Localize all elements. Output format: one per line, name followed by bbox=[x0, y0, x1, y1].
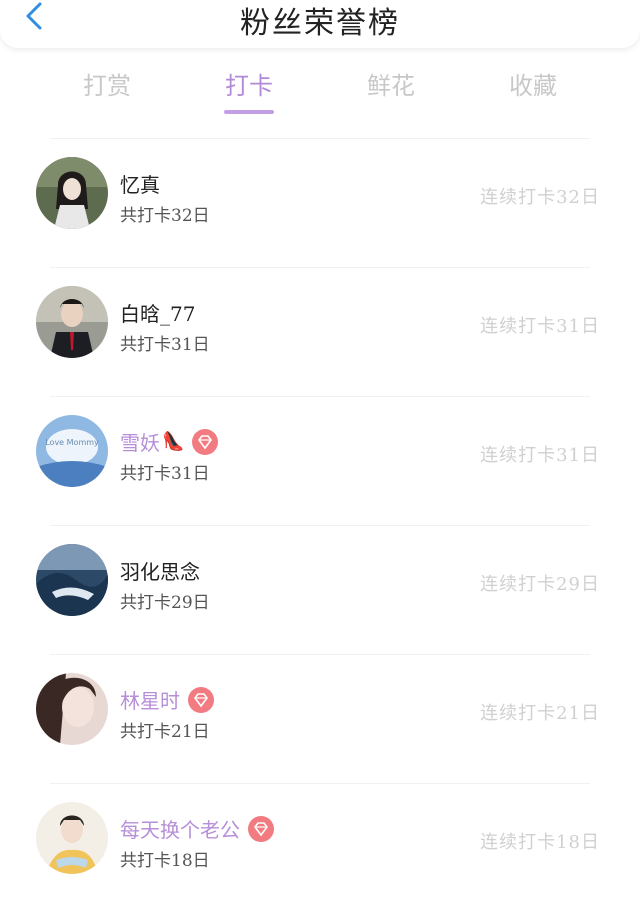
total-checkin: 共打卡21日 bbox=[120, 722, 210, 742]
user-name: 忆真 bbox=[120, 173, 160, 197]
user-name: 白晗_77 bbox=[120, 302, 196, 326]
list-item[interactable]: Love Mommy 雪妖 👠 共打卡31日 连续打卡31日 bbox=[36, 396, 599, 525]
total-checkin: 共打卡29日 bbox=[120, 593, 210, 613]
vip-diamond-icon bbox=[192, 428, 219, 455]
tab-flowers[interactable]: 鲜花 bbox=[331, 66, 451, 101]
avatar[interactable] bbox=[36, 286, 108, 358]
rank-list: 忆真 共打卡32日 连续打卡32日 白晗_77 共打卡31日 连续打卡31日 L… bbox=[0, 138, 640, 912]
avatar[interactable] bbox=[36, 673, 108, 745]
total-checkin: 共打卡31日 bbox=[120, 464, 210, 484]
user-name: 林星时 bbox=[120, 689, 180, 713]
streak-checkin: 连续打卡29日 bbox=[480, 574, 600, 595]
list-item[interactable]: 每天换个老公 共打卡18日 连续打卡18日 bbox=[36, 783, 599, 912]
tab-favorites[interactable]: 收藏 bbox=[473, 66, 593, 101]
list-item[interactable]: 白晗_77 共打卡31日 连续打卡31日 bbox=[36, 267, 599, 396]
streak-checkin: 连续打卡21日 bbox=[480, 703, 600, 724]
streak-checkin: 连续打卡18日 bbox=[480, 832, 600, 853]
streak-checkin: 连续打卡32日 bbox=[480, 187, 600, 208]
page-title: 粉丝荣誉榜 bbox=[240, 6, 400, 41]
avatar[interactable]: Love Mommy bbox=[36, 415, 108, 487]
vip-diamond-icon bbox=[188, 686, 214, 713]
top-bar: 粉丝荣誉榜 bbox=[0, 0, 640, 48]
avatar[interactable] bbox=[36, 544, 108, 616]
tab-bar: 打赏 打卡 鲜花 收藏 bbox=[0, 66, 640, 118]
total-checkin: 共打卡18日 bbox=[120, 851, 210, 871]
total-checkin: 共打卡31日 bbox=[120, 335, 210, 355]
user-name: 雪妖 bbox=[120, 431, 160, 455]
tab-reward[interactable]: 打赏 bbox=[47, 66, 167, 101]
list-item[interactable]: 羽化思念 共打卡29日 连续打卡29日 bbox=[36, 525, 599, 654]
avatar-text: Love Mommy bbox=[45, 438, 99, 447]
tab-checkin[interactable]: 打卡 bbox=[189, 66, 309, 101]
user-name: 每天换个老公 bbox=[120, 818, 240, 842]
vip-diamond-icon bbox=[248, 815, 274, 842]
total-checkin: 共打卡32日 bbox=[120, 206, 210, 226]
avatar[interactable] bbox=[36, 802, 108, 874]
avatar[interactable] bbox=[36, 157, 108, 229]
list-item[interactable]: 忆真 共打卡32日 连续打卡32日 bbox=[36, 138, 599, 267]
user-name: 羽化思念 bbox=[120, 560, 200, 584]
active-tab-indicator bbox=[224, 110, 274, 114]
streak-checkin: 连续打卡31日 bbox=[480, 316, 600, 337]
streak-checkin: 连续打卡31日 bbox=[480, 445, 600, 466]
list-item[interactable]: 林星时 共打卡21日 连续打卡21日 bbox=[36, 654, 599, 783]
high-heel-emoji: 👠 bbox=[162, 431, 185, 452]
